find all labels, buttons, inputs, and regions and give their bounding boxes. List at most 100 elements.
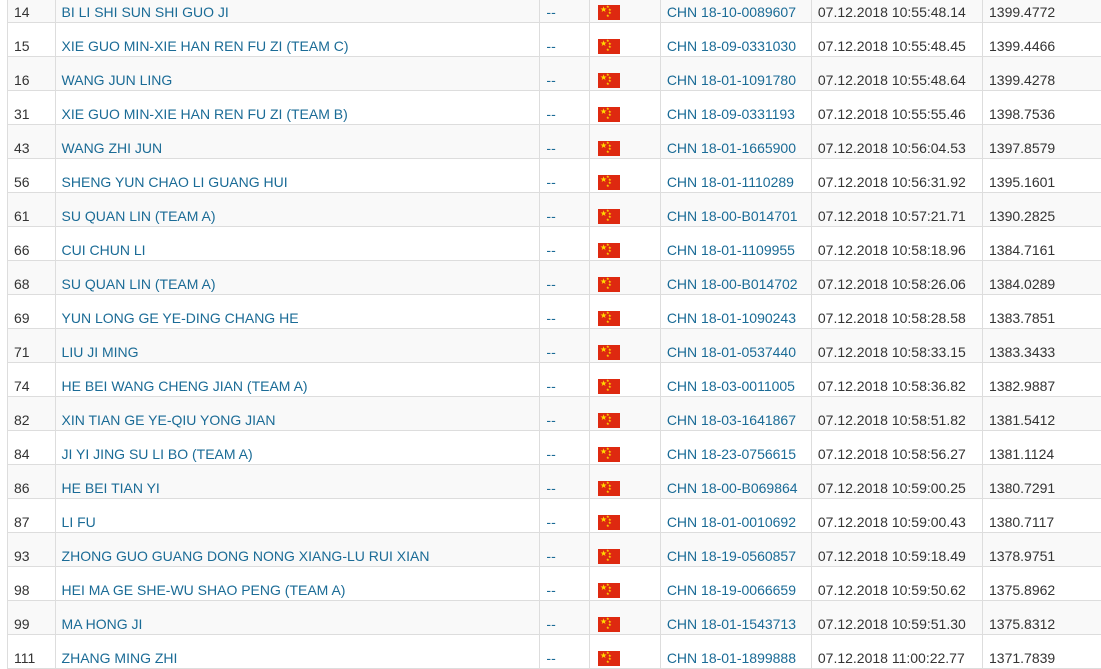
- ring-number-link[interactable]: CHN 18-01-0537440: [667, 344, 796, 360]
- rank-cell: 66: [8, 227, 56, 261]
- fancier-name-link[interactable]: SU QUAN LIN (TEAM A): [62, 208, 216, 224]
- ring-number-link[interactable]: CHN 18-10-0089607: [667, 4, 796, 20]
- ring-number-link[interactable]: CHN 18-09-0331030: [667, 38, 796, 54]
- arrival-time-value: 07.12.2018 10:59:00.25: [818, 480, 966, 496]
- fancier-name-link[interactable]: LI FU: [62, 514, 96, 530]
- ring-number-link[interactable]: CHN 18-00-B014701: [667, 208, 798, 224]
- speed-cell: 1399.4466: [983, 23, 1101, 57]
- ring-number-link[interactable]: CHN 18-01-1899888: [667, 650, 796, 666]
- table-row[interactable]: 86HE BEI TIAN YI--★★★★★CHN 18-00-B069864…: [8, 465, 1101, 499]
- table-row[interactable]: 16WANG JUN LING--★★★★★CHN 18-01-10917800…: [8, 57, 1101, 91]
- table-row[interactable]: 111ZHANG MING ZHI--★★★★★CHN 18-01-189988…: [8, 635, 1101, 669]
- ring-number-link[interactable]: CHN 18-01-1665900: [667, 140, 796, 156]
- ring-number-link[interactable]: CHN 18-00-B069864: [667, 480, 798, 496]
- country-cell: ★★★★★: [590, 0, 661, 23]
- fancier-name-link[interactable]: HE BEI TIAN YI: [62, 480, 160, 496]
- table-row[interactable]: 71LIU JI MING--★★★★★CHN 18-01-053744007.…: [8, 329, 1101, 363]
- table-row[interactable]: 61SU QUAN LIN (TEAM A)--★★★★★CHN 18-00-B…: [8, 193, 1101, 227]
- ring-number-link[interactable]: CHN 18-01-0010692: [667, 514, 796, 530]
- speed-value: 1375.8962: [989, 582, 1055, 598]
- speed-value: 1382.9887: [989, 378, 1055, 394]
- arrival-time-cell: 07.12.2018 10:58:26.06: [811, 261, 982, 295]
- country-cell: ★★★★★: [590, 91, 661, 125]
- speed-value: 1384.0289: [989, 276, 1055, 292]
- table-row[interactable]: 66CUI CHUN LI--★★★★★CHN 18-01-110995507.…: [8, 227, 1101, 261]
- ring-number-link[interactable]: CHN 18-01-1091780: [667, 72, 796, 88]
- rank-value: 69: [14, 310, 30, 326]
- fancier-name-link[interactable]: SHENG YUN CHAO LI GUANG HUI: [62, 174, 288, 190]
- table-row[interactable]: 87LI FU--★★★★★CHN 18-01-001069207.12.201…: [8, 499, 1101, 533]
- table-row[interactable]: 82XIN TIAN GE YE-QIU YONG JIAN--★★★★★CHN…: [8, 397, 1101, 431]
- table-row[interactable]: 14BI LI SHI SUN SHI GUO JI--★★★★★CHN 18-…: [8, 0, 1101, 23]
- ring-number-link[interactable]: CHN 18-23-0756615: [667, 446, 796, 462]
- ring-number-cell: CHN 18-01-1665900: [660, 125, 811, 159]
- table-row[interactable]: 98HEI MA GE SHE-WU SHAO PENG (TEAM A)--★…: [8, 567, 1101, 601]
- speed-cell: 1382.9887: [983, 363, 1101, 397]
- table-row[interactable]: 93ZHONG GUO GUANG DONG NONG XIANG-LU RUI…: [8, 533, 1101, 567]
- fancier-name-link[interactable]: ZHANG MING ZHI: [62, 650, 178, 666]
- ring-number-link[interactable]: CHN 18-01-1090243: [667, 310, 796, 326]
- rank-value: 14: [14, 4, 30, 20]
- fancier-name-link[interactable]: XIE GUO MIN-XIE HAN REN FU ZI (TEAM C): [62, 38, 349, 54]
- fancier-name-cell: ZHANG MING ZHI: [55, 635, 540, 669]
- rank-value: 74: [14, 378, 30, 394]
- china-flag-icon: ★★★★★: [598, 73, 620, 88]
- ring-number-link[interactable]: CHN 18-01-1543713: [667, 616, 796, 632]
- fancier-name-link[interactable]: ZHONG GUO GUANG DONG NONG XIANG-LU RUI X…: [62, 548, 430, 564]
- country-cell: ★★★★★: [590, 431, 661, 465]
- table-row[interactable]: 56SHENG YUN CHAO LI GUANG HUI--★★★★★CHN …: [8, 159, 1101, 193]
- fancier-name-cell: WANG ZHI JUN: [55, 125, 540, 159]
- fancier-name-link[interactable]: CUI CHUN LI: [62, 242, 146, 258]
- ring-number-link[interactable]: CHN 18-00-B014702: [667, 276, 798, 292]
- ring-number-link[interactable]: CHN 18-09-0331193: [667, 106, 795, 122]
- section-placeholder: --: [546, 446, 555, 462]
- ring-number-link[interactable]: CHN 18-01-1109955: [667, 242, 795, 258]
- ring-number-link[interactable]: CHN 18-03-0011005: [667, 378, 795, 394]
- fancier-name-link[interactable]: SU QUAN LIN (TEAM A): [62, 276, 216, 292]
- section-placeholder: --: [546, 72, 555, 88]
- section-cell: --: [540, 57, 590, 91]
- rank-cell: 87: [8, 499, 56, 533]
- fancier-name-link[interactable]: WANG ZHI JUN: [62, 140, 163, 156]
- fancier-name-link[interactable]: WANG JUN LING: [62, 72, 173, 88]
- fancier-name-link[interactable]: HE BEI WANG CHENG JIAN (TEAM A): [62, 378, 308, 394]
- section-cell: --: [540, 159, 590, 193]
- ring-number-link[interactable]: CHN 18-19-0066659: [667, 582, 796, 598]
- rank-cell: 86: [8, 465, 56, 499]
- speed-value: 1390.2825: [989, 208, 1055, 224]
- fancier-name-link[interactable]: HEI MA GE SHE-WU SHAO PENG (TEAM A): [62, 582, 346, 598]
- table-row[interactable]: 69YUN LONG GE YE-DING CHANG HE--★★★★★CHN…: [8, 295, 1101, 329]
- ring-number-link[interactable]: CHN 18-03-1641867: [667, 412, 796, 428]
- fancier-name-link[interactable]: JI YI JING SU LI BO (TEAM A): [62, 446, 253, 462]
- china-flag-icon: ★★★★★: [598, 243, 620, 258]
- table-row[interactable]: 68SU QUAN LIN (TEAM A)--★★★★★CHN 18-00-B…: [8, 261, 1101, 295]
- country-cell: ★★★★★: [590, 635, 661, 669]
- arrival-time-cell: 07.12.2018 10:58:36.82: [811, 363, 982, 397]
- section-placeholder: --: [546, 514, 555, 530]
- table-row[interactable]: 74HE BEI WANG CHENG JIAN (TEAM A)--★★★★★…: [8, 363, 1101, 397]
- fancier-name-link[interactable]: MA HONG JI: [62, 616, 143, 632]
- speed-cell: 1371.7839: [983, 635, 1101, 669]
- table-row[interactable]: 99MA HONG JI--★★★★★CHN 18-01-154371307.1…: [8, 601, 1101, 635]
- fancier-name-link[interactable]: XIN TIAN GE YE-QIU YONG JIAN: [62, 412, 276, 428]
- table-row[interactable]: 31XIE GUO MIN-XIE HAN REN FU ZI (TEAM B)…: [8, 91, 1101, 125]
- rank-value: 61: [14, 208, 30, 224]
- ring-number-link[interactable]: CHN 18-01-1110289: [667, 174, 794, 190]
- ring-number-cell: CHN 18-01-0010692: [660, 499, 811, 533]
- rank-cell: 61: [8, 193, 56, 227]
- ring-number-cell: CHN 18-19-0560857: [660, 533, 811, 567]
- ring-number-link[interactable]: CHN 18-19-0560857: [667, 548, 796, 564]
- ring-number-cell: CHN 18-01-0537440: [660, 329, 811, 363]
- section-cell: --: [540, 91, 590, 125]
- table-row[interactable]: 43WANG ZHI JUN--★★★★★CHN 18-01-166590007…: [8, 125, 1101, 159]
- rank-value: 66: [14, 242, 30, 258]
- country-cell: ★★★★★: [590, 567, 661, 601]
- section-cell: --: [540, 23, 590, 57]
- fancier-name-link[interactable]: LIU JI MING: [62, 344, 139, 360]
- speed-cell: 1375.8962: [983, 567, 1101, 601]
- table-row[interactable]: 84JI YI JING SU LI BO (TEAM A)--★★★★★CHN…: [8, 431, 1101, 465]
- fancier-name-link[interactable]: YUN LONG GE YE-DING CHANG HE: [62, 310, 299, 326]
- fancier-name-link[interactable]: XIE GUO MIN-XIE HAN REN FU ZI (TEAM B): [62, 106, 348, 122]
- fancier-name-link[interactable]: BI LI SHI SUN SHI GUO JI: [62, 4, 229, 20]
- table-row[interactable]: 15XIE GUO MIN-XIE HAN REN FU ZI (TEAM C)…: [8, 23, 1101, 57]
